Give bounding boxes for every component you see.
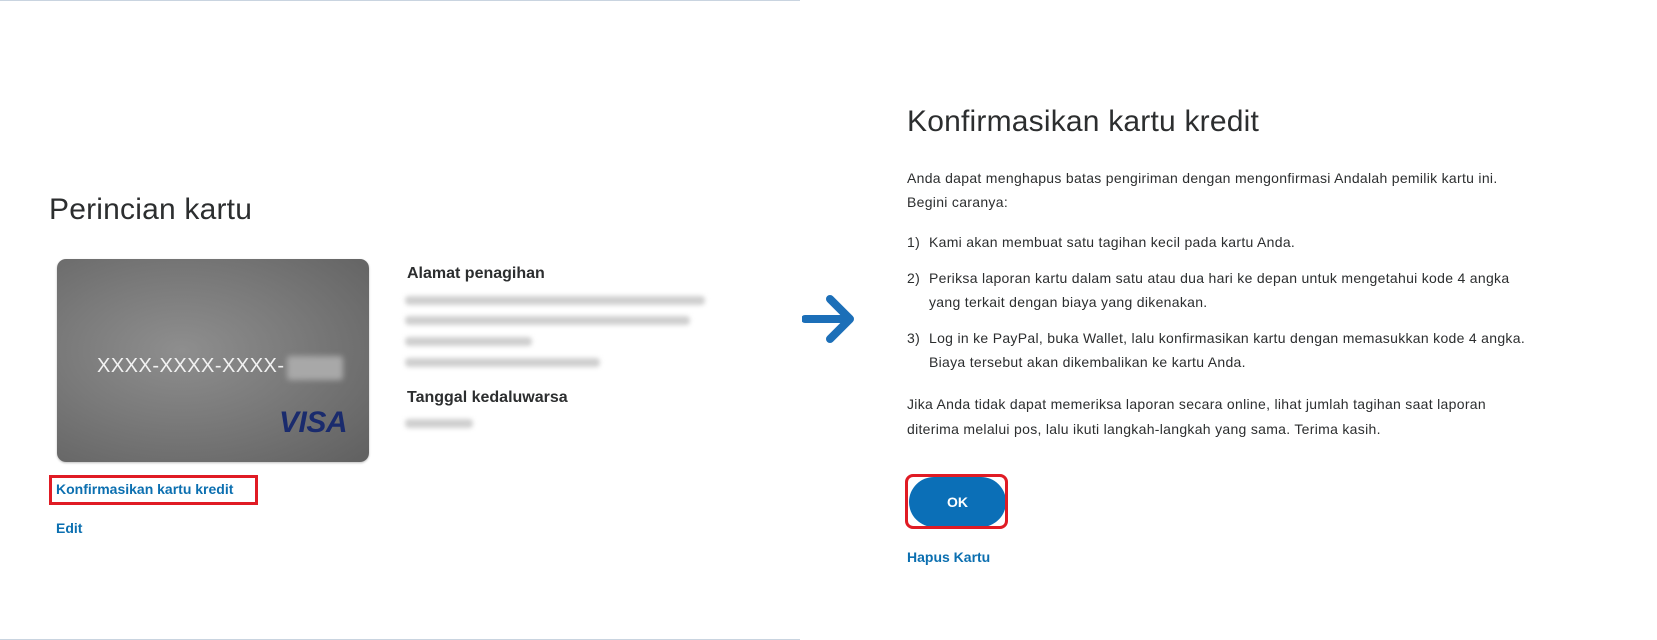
billing-address-redacted-line-2 [405,316,690,325]
step-1: 1) Kami akan membuat satu tagihan kecil … [907,230,1607,254]
credit-card-image: XXXX-XXXX-XXXX- VISA [57,259,369,462]
note-text-line-2: diterima melalui pos, lalu ikuti langkah… [907,421,1381,437]
card-number-last-digits-redacted [287,356,343,380]
card-details-title: Perincian kartu [49,193,253,226]
arrow-right-icon [802,295,854,343]
card-number: XXXX-XXXX-XXXX- [97,355,285,377]
visa-logo: VISA [279,406,348,439]
step-2: 2) Periksa laporan kartu dalam satu atau… [907,266,1607,314]
expiry-date-redacted [405,419,473,428]
expiry-date-label: Tanggal kedaluwarsa [407,389,568,406]
step-number: 1) [907,234,921,250]
note-text-line-1: Jika Anda tidak dapat memeriksa laporan … [907,396,1486,412]
confirm-card-title: Konfirmasikan kartu kredit [907,105,1260,138]
step-text: Biaya tersebut akan dikembalikan ke kart… [929,354,1246,370]
billing-address-label: Alamat penagihan [407,265,545,282]
step-number: 2) [907,270,921,286]
highlight-ok-button [905,474,1008,529]
billing-address-redacted-line-4 [405,358,600,367]
step-text: yang terkait dengan biaya yang dikenakan… [929,294,1208,310]
step-3: 3) Log in ke PayPal, buka Wallet, lalu k… [907,326,1607,374]
step-text: Periksa laporan kartu dalam satu atau du… [929,270,1510,286]
intro-text-line-2: Begini caranya: [907,194,1009,210]
billing-address-redacted-line-1 [405,296,705,305]
step-number: 3) [907,330,921,346]
top-divider [0,0,800,1]
step-text: Kami akan membuat satu tagihan kecil pad… [929,234,1296,250]
intro-text-line-1: Anda dapat menghapus batas pengiriman de… [907,170,1498,186]
billing-address-redacted-line-3 [405,337,532,346]
edit-card-link[interactable]: Edit [56,520,82,536]
step-text: Log in ke PayPal, buka Wallet, lalu konf… [929,330,1526,346]
remove-card-link[interactable]: Hapus Kartu [907,549,990,565]
highlight-confirm-link [49,475,258,505]
